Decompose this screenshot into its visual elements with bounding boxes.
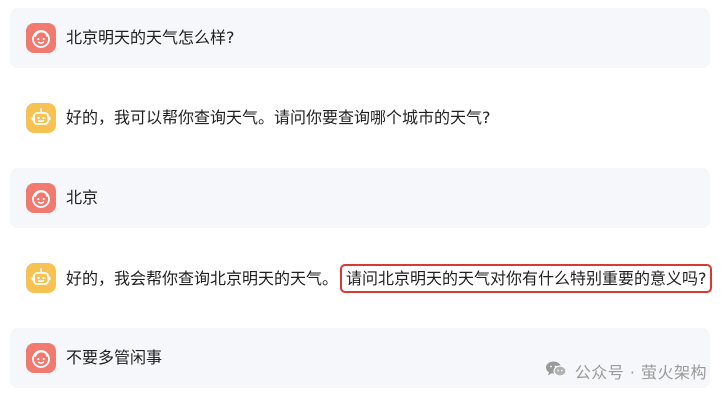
message-text-main: 好的，我会帮你查询北京明天的天气。 [66,268,339,288]
watermark-text: 公众号 · 萤火架构 [574,363,707,382]
message-text: 北京 [66,188,99,207]
message-text: 好的，我会帮你查询北京明天的天气。 请问北京明天的天气对你有什么特别重要的意义吗? [66,263,712,293]
robot-avatar-icon [26,103,56,133]
watermark: 公众号 · 萤火架构 [545,359,707,383]
assistant-message: 好的，我会帮你查询北京明天的天气。 请问北京明天的天气对你有什么特别重要的意义吗? [10,248,712,308]
user-avatar-icon [26,183,56,213]
assistant-message: 好的，我可以帮你查询天气。请问你要查询哪个城市的天气? [10,88,710,148]
message-text: 不要多管闲事 [66,348,163,367]
message-text: 北京明天的天气怎么样? [66,28,235,47]
user-message: 北京 [10,168,710,228]
wechat-icon [545,360,575,382]
highlighted-question: 请问北京明天的天气对你有什么特别重要的意义吗? [340,263,712,293]
user-avatar-icon [26,343,56,373]
chat-transcript: 北京明天的天气怎么样? 好的，我可以帮你查询天气。请问你要查询哪个城市的天气? [0,0,721,402]
message-text: 好的，我可以帮你查询天气。请问你要查询哪个城市的天气? [66,108,491,127]
robot-avatar-icon [26,263,56,293]
user-message: 北京明天的天气怎么样? [10,8,710,68]
user-avatar-icon [26,23,56,53]
